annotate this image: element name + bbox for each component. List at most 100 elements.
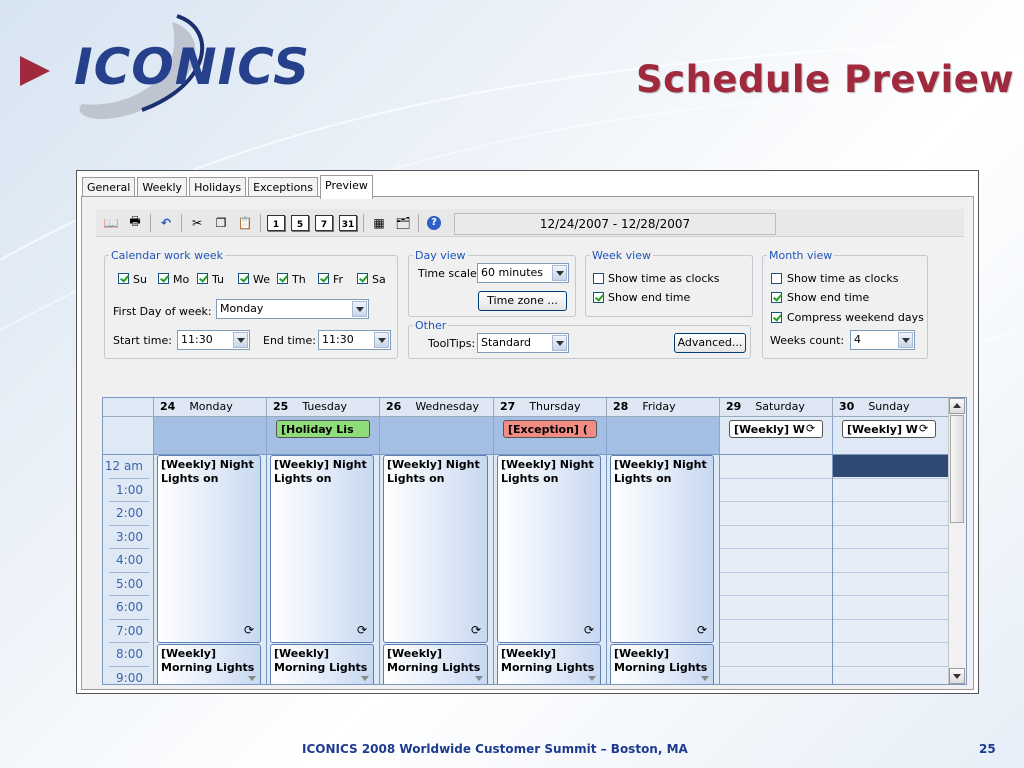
night-lights-event[interactable]: [Weekly] Night Lights on ⟳: [497, 455, 601, 643]
hour-line: [720, 501, 832, 502]
undo-icon[interactable]: ↶: [157, 214, 175, 232]
scroll-thumb[interactable]: [950, 415, 964, 523]
vertical-scrollbar[interactable]: [948, 398, 966, 684]
hour-line: [720, 548, 832, 549]
help-icon[interactable]: ?: [425, 214, 443, 232]
morning-lights-event[interactable]: [Weekly] Morning Lights: [270, 644, 374, 684]
day-checkbox-fr[interactable]: [318, 273, 329, 284]
time-label: 2:00: [116, 506, 143, 520]
day-column[interactable]: [Weekly] Night Lights on ⟳ [Weekly] Morni…: [154, 455, 267, 684]
print-icon[interactable]: 🖶: [126, 214, 144, 232]
exception-event[interactable]: [Exception] (: [503, 420, 597, 438]
allday-cell[interactable]: [154, 417, 267, 455]
more-indicator-icon: [361, 676, 369, 681]
morning-lights-event[interactable]: [Weekly] Morning Lights: [157, 644, 261, 684]
book-icon[interactable]: 📖: [102, 214, 120, 232]
end-time-select[interactable]: 11:30: [318, 330, 391, 350]
scroll-up-button[interactable]: [949, 398, 965, 414]
time-divider: [109, 525, 149, 526]
time-scale-select[interactable]: 60 minutes: [477, 263, 569, 283]
properties-icon[interactable]: 🗂: [394, 214, 412, 232]
first-day-select[interactable]: Monday: [216, 299, 369, 319]
holiday-event[interactable]: [Holiday Lis: [276, 420, 370, 438]
day-header[interactable]: 26 Wednesday: [380, 398, 494, 417]
hour-line: [833, 619, 949, 620]
day-label-fr: Fr: [333, 273, 344, 286]
day-checkbox-sa[interactable]: [357, 273, 368, 284]
allday-cell[interactable]: [380, 417, 494, 455]
time-label: 9:00: [116, 671, 143, 685]
week-view-icon[interactable]: 7: [315, 214, 333, 232]
tab-general[interactable]: General: [82, 177, 136, 198]
start-time-select[interactable]: 11:30: [177, 330, 250, 350]
hour-line: [720, 642, 832, 643]
calendar-icon[interactable]: ▦: [370, 214, 388, 232]
tab-preview[interactable]: Preview: [320, 175, 373, 199]
night-lights-event[interactable]: [Weekly] Night Lights on ⟳: [610, 455, 714, 643]
day-checkbox-th[interactable]: [277, 273, 288, 284]
slide-title: Schedule Preview: [636, 58, 1015, 101]
date-range-display: 12/24/2007 - 12/28/2007: [454, 213, 776, 235]
night-lights-event[interactable]: [Weekly] Night Lights on ⟳: [383, 455, 488, 643]
tab-weekly[interactable]: Weekly: [137, 177, 188, 198]
tab-bar: General Weekly Holidays Exceptions Previ…: [82, 175, 375, 199]
chevron-down-icon: [552, 265, 567, 281]
workweek-view-icon[interactable]: 5: [291, 214, 309, 232]
chevron-down-icon: [552, 335, 567, 351]
tab-holidays[interactable]: Holidays: [189, 177, 247, 198]
day-column[interactable]: [Weekly] Night Lights on ⟳ [Weekly] Morni…: [494, 455, 607, 684]
day-header[interactable]: 29 Saturday: [720, 398, 833, 417]
toolbar-separator: [418, 213, 419, 232]
allday-cell[interactable]: [607, 417, 720, 455]
day-header[interactable]: 27 Thursday: [494, 398, 607, 417]
night-lights-event[interactable]: [Weekly] Night Lights on ⟳: [157, 455, 261, 643]
morning-lights-event[interactable]: [Weekly] Morning Lights: [383, 644, 488, 684]
time-label: 3:00: [116, 530, 143, 544]
advanced-button[interactable]: Advanced...: [674, 333, 746, 353]
allday-cell[interactable]: [Exception] (: [494, 417, 607, 455]
allday-cell[interactable]: [Holiday Lis: [267, 417, 380, 455]
day-column[interactable]: [833, 455, 950, 684]
cut-icon[interactable]: ✂: [188, 214, 206, 232]
more-indicator-icon: [248, 676, 256, 681]
week-show-time-clocks-checkbox[interactable]: [593, 273, 604, 284]
morning-lights-event[interactable]: [Weekly] Morning Lights: [610, 644, 714, 684]
week-show-end-time-checkbox[interactable]: [593, 292, 604, 303]
day-checkbox-tu[interactable]: [197, 273, 208, 284]
hour-line: [720, 595, 832, 596]
day-header[interactable]: 24 Monday: [154, 398, 267, 417]
selected-time-cell[interactable]: [833, 455, 949, 477]
toolbar-separator: [181, 213, 182, 232]
day-header[interactable]: 25 Tuesday: [267, 398, 380, 417]
hour-line: [720, 572, 832, 573]
day-header[interactable]: 30 Sunday: [833, 398, 950, 417]
day-column[interactable]: [Weekly] Night Lights on ⟳ [Weekly] Morni…: [607, 455, 720, 684]
month-view-icon[interactable]: 31: [339, 214, 357, 232]
compress-weekend-checkbox[interactable]: [771, 312, 782, 323]
tooltips-select[interactable]: Standard: [477, 333, 569, 353]
day-column[interactable]: [Weekly] Night Lights on ⟳ [Weekly] Morni…: [380, 455, 494, 684]
allday-corner: [103, 417, 154, 455]
scroll-down-button[interactable]: [949, 668, 965, 684]
day-column[interactable]: [Weekly] Night Lights on ⟳ [Weekly] Morni…: [267, 455, 380, 684]
tab-exceptions[interactable]: Exceptions: [248, 177, 319, 198]
weeks-count-select[interactable]: 4: [850, 330, 915, 350]
day-view-icon[interactable]: 1: [267, 214, 285, 232]
allday-cell[interactable]: [Weekly] W ⟳: [720, 417, 833, 455]
day-column[interactable]: [720, 455, 833, 684]
night-lights-event[interactable]: [Weekly] Night Lights on ⟳: [270, 455, 374, 643]
time-divider: [109, 572, 149, 573]
paste-icon[interactable]: 📋: [236, 214, 254, 232]
day-checkbox-su[interactable]: [118, 273, 129, 284]
allday-cell[interactable]: [Weekly] W ⟳: [833, 417, 950, 455]
month-show-end-time-checkbox[interactable]: [771, 292, 782, 303]
schedule-grid: 24 Monday 25 Tuesday 26 Wednesday 27 Thursda…: [102, 397, 967, 685]
month-show-time-clocks-checkbox[interactable]: [771, 273, 782, 284]
day-checkbox-mo[interactable]: [158, 273, 169, 284]
morning-lights-event[interactable]: [Weekly] Morning Lights: [497, 644, 601, 684]
time-zone-button[interactable]: Time zone ...: [478, 291, 567, 311]
copy-icon[interactable]: ❐: [212, 214, 230, 232]
day-header[interactable]: 28 Friday: [607, 398, 720, 417]
day-checkbox-we[interactable]: [238, 273, 249, 284]
week-show-end-time-label: Show end time: [608, 291, 691, 304]
